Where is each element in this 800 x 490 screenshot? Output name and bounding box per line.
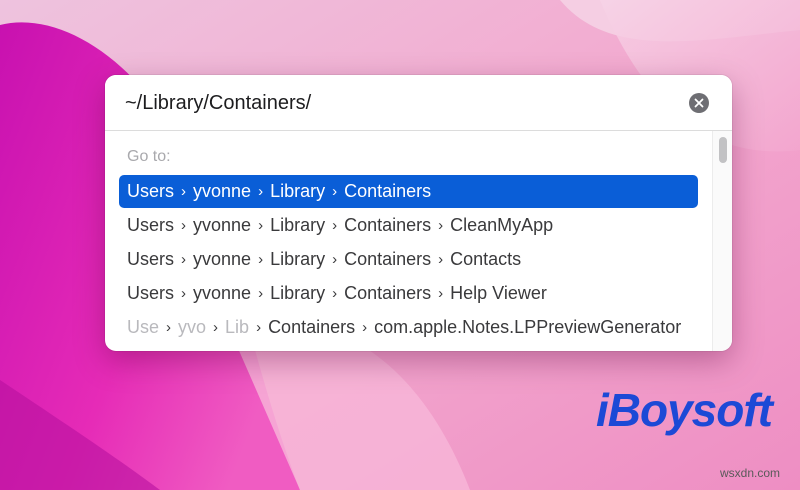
path-segment: Containers — [344, 283, 432, 303]
chevron-right-icon: › — [332, 251, 338, 268]
path-segment: Containers — [344, 249, 432, 269]
path-segment: Users — [127, 215, 175, 235]
path-segment: yvonne — [193, 215, 252, 235]
path-segment: Library — [270, 283, 326, 303]
path-segment: CleanMyApp — [450, 215, 554, 235]
scrollbar-thumb[interactable] — [719, 137, 727, 163]
chevron-right-icon: › — [438, 285, 444, 302]
path-segment: yvo — [178, 317, 207, 337]
chevron-right-icon: › — [258, 183, 264, 200]
path-segment: Containers — [268, 317, 356, 337]
path-segment: Library — [270, 215, 326, 235]
chevron-right-icon: › — [181, 183, 187, 200]
go-to-label: Go to: — [127, 148, 171, 165]
chevron-right-icon: › — [258, 217, 264, 234]
path-segment: Users — [127, 283, 175, 303]
suggestion-row-cleanmyapp[interactable]: Users › yvonne › Library › Containers › CleanMyA… — [119, 209, 698, 242]
watermark-text: wsxdn.com — [720, 466, 781, 480]
chevron-right-icon: › — [258, 251, 264, 268]
chevron-right-icon: › — [332, 183, 338, 200]
go-to-folder-dialog: Go to: Users›yvonne›Library›Containers U… — [105, 75, 732, 351]
path-segment: Containers — [344, 215, 432, 235]
chevron-right-icon: › — [332, 285, 338, 302]
path-segment: com.apple.Notes.LPPreviewGenerator — [374, 317, 682, 337]
path-segment: Library — [270, 249, 326, 269]
chevron-right-icon: › — [213, 319, 219, 336]
path-bar — [105, 75, 732, 131]
path-segment: Contacts — [450, 249, 522, 269]
iboysoft-logo: iBoysoft — [596, 384, 773, 436]
chevron-right-icon: › — [181, 251, 187, 268]
path-segment: Help Viewer — [450, 283, 547, 303]
chevron-right-icon: › — [181, 217, 187, 234]
suggestion-row-containers[interactable]: Users › yvonne › Library › Containers — [119, 175, 698, 208]
chevron-right-icon: › — [256, 319, 262, 336]
path-segment: yvonne — [193, 181, 252, 201]
suggestion-row-help-viewer[interactable]: Users › yvonne › Library › Containers › Help Vie… — [119, 277, 698, 310]
path-segment: Lib — [225, 317, 250, 337]
path-segment: yvonne — [193, 249, 252, 269]
suggestion-row-notes-preview[interactable]: Use › yvo › Lib › Containers › com.apple.Notes.L… — [119, 311, 698, 344]
suggestion-row-contacts[interactable]: Users › yvonne › Library › Containers › Contacts — [119, 243, 698, 276]
path-segment: yvonne — [193, 283, 252, 303]
chevron-right-icon: › — [166, 319, 172, 336]
path-segment: Users — [127, 249, 175, 269]
path-segment: Users — [127, 181, 175, 201]
path-segment: Use — [127, 317, 160, 337]
chevron-right-icon: › — [181, 285, 187, 302]
path-segment: Library — [270, 181, 326, 201]
chevron-right-icon: › — [332, 217, 338, 234]
chevron-right-icon: › — [438, 251, 444, 268]
path-input[interactable] — [125, 89, 665, 117]
clear-button[interactable] — [689, 93, 709, 113]
chevron-right-icon: › — [362, 319, 368, 336]
scrollbar-track[interactable] — [712, 131, 732, 351]
chevron-right-icon: › — [438, 217, 444, 234]
chevron-right-icon: › — [258, 285, 264, 302]
path-segment: Containers — [344, 181, 432, 201]
suggestion-list: Go to: Users › yvonne › Library › Containers U… — [105, 131, 732, 351]
clear-circle-icon — [694, 98, 704, 108]
